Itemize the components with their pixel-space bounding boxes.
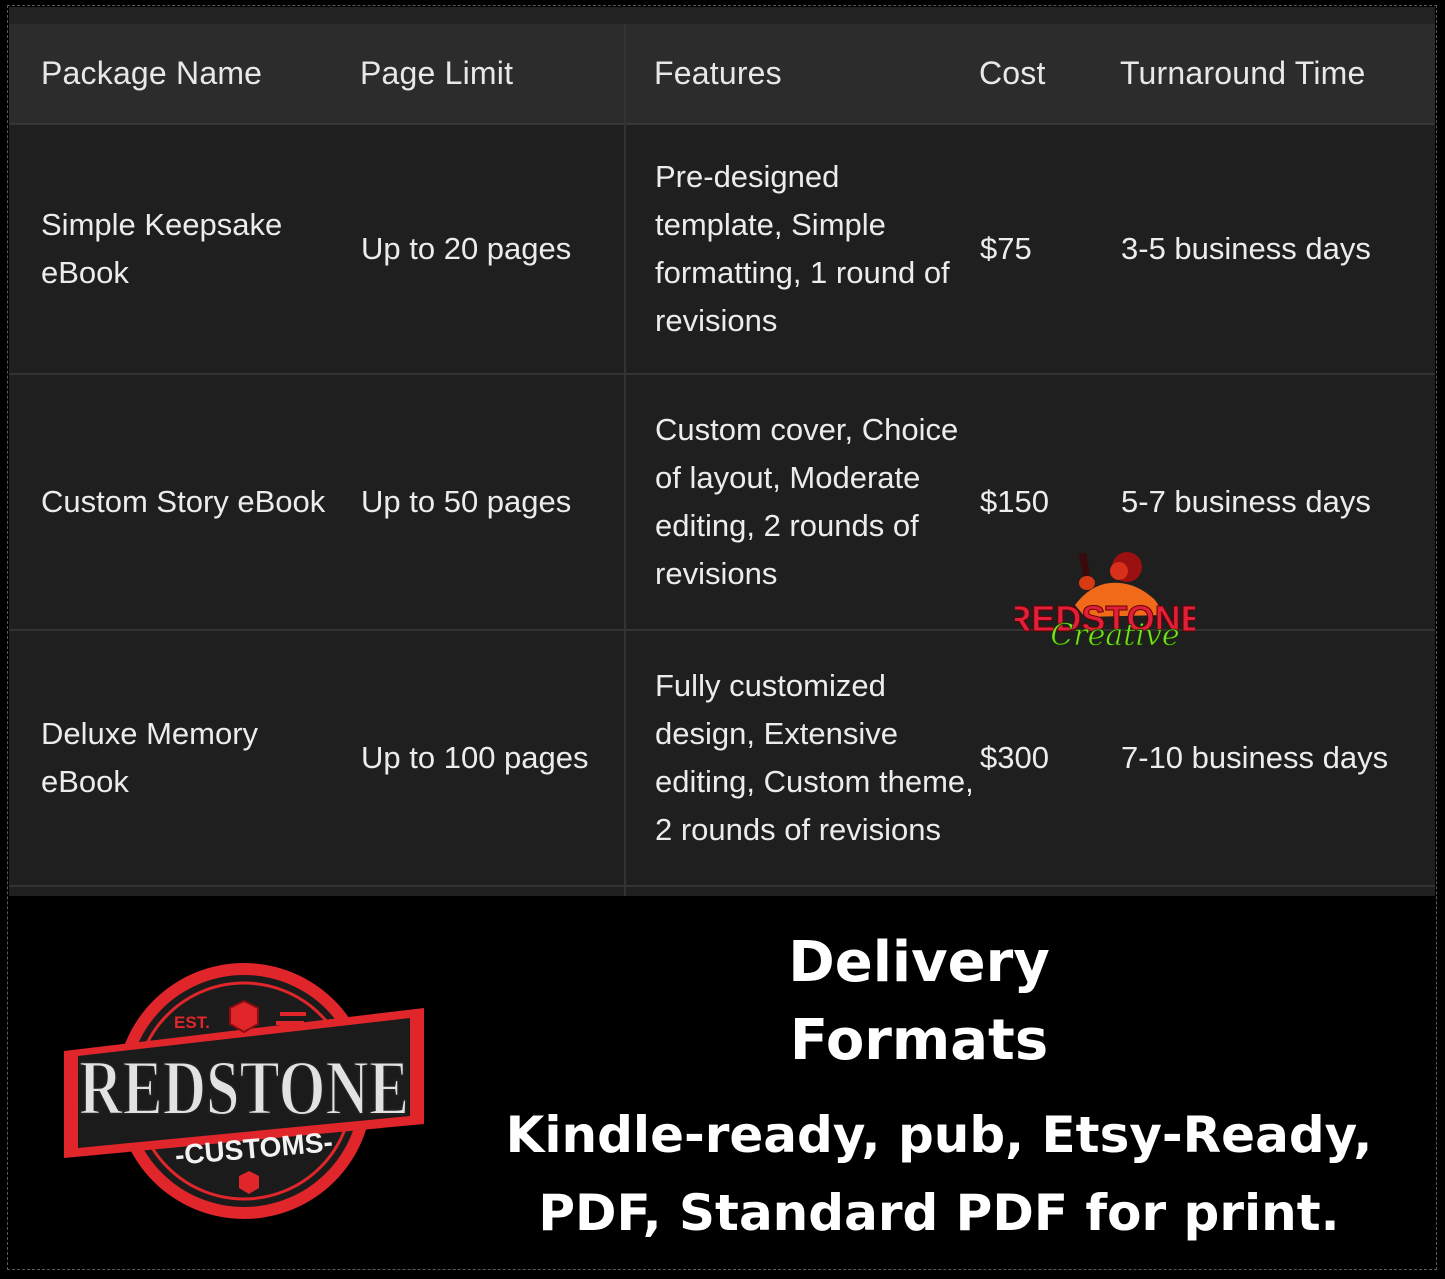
header-features: Features [654,55,782,91]
delivery-formats-heading: Delivery Formats [719,924,1119,1080]
features-cell: Custom cover, Choice of layout, Moderate… [655,412,959,591]
table-row: Deluxe Memory eBook Up to 100 pages Full… [9,631,1435,887]
table-header-row: Package Name Page Limit Features Cost Tu… [9,24,1435,125]
logo-dash [280,1012,306,1016]
red-gem-icon [229,999,259,1034]
delivery-title-line1: Delivery [788,930,1050,995]
delivery-formats-line2: PDF, Standard PDF for print. [538,1184,1340,1242]
header-package-name: Package Name [41,55,263,91]
header-page-limit: Page Limit [360,55,514,91]
package-name-cell: Custom Story eBook [41,484,326,519]
features-cell: Fully customized design, Extensive editi… [655,668,974,847]
turnaround-cell: 7-10 business days [1121,740,1389,775]
delivery-formats-line1: Kindle-ready, pub, Etsy-Ready, [505,1106,1373,1164]
watermark-brand-script: Creative [1050,618,1179,653]
turnaround-cell: 3-5 business days [1121,231,1371,266]
table-row: Simple Keepsake eBook Up to 20 pages Pre… [9,125,1435,375]
cost-cell: $300 [980,740,1049,775]
features-cell: Pre-designed template, Simple formatting… [655,159,950,338]
table-top-bar [9,7,1435,24]
cost-cell: $75 [980,231,1032,266]
redstone-creative-watermark: REDSTONE Creative [1015,552,1195,653]
header-turnaround-time: Turnaround Time [1120,55,1366,91]
package-name-cell: Deluxe Memory eBook [41,716,259,799]
page-limit-cell: Up to 100 pages [361,740,589,775]
logo-dash [276,1021,304,1025]
delivery-title-line2: Formats [789,1008,1049,1073]
redstone-customs-logo: EST. REDSTONE -CUSTOMS- [64,963,424,1219]
logo-est-label: EST. [174,1013,210,1032]
table-row: Custom Story eBook Up to 50 pages Custom… [9,375,1435,631]
logo-title: REDSTONE [79,1044,409,1131]
package-name-cell: Simple Keepsake eBook [41,207,283,290]
delivery-formats-list: Kindle-ready, pub, Etsy-Ready, PDF, Stan… [479,1096,1399,1252]
page-limit-cell: Up to 50 pages [361,484,572,519]
pricing-table: Package Name Page Limit Features Cost Tu… [9,7,1435,896]
page-limit-cell: Up to 20 pages [361,231,572,266]
table-bottom-line [9,885,1435,887]
header-cost: Cost [979,55,1046,91]
footer-section: EST. REDSTONE -CUSTOMS- Delivery Formats… [9,896,1435,1268]
